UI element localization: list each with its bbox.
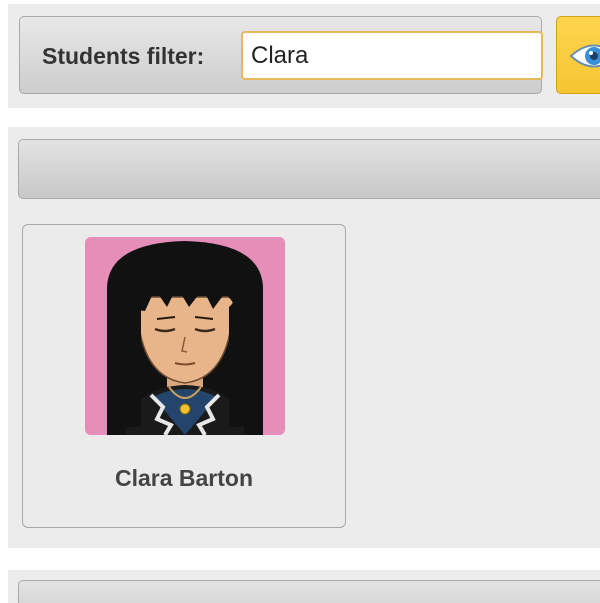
filter-section: Students filter: xyxy=(8,4,600,108)
students-filter-input[interactable] xyxy=(241,31,543,80)
students-filter-label: Students filter: xyxy=(42,43,205,69)
results-header-bar xyxy=(18,139,600,199)
bottom-header-bar xyxy=(18,580,600,603)
page: Students filter: Clara Clara Barton xyxy=(0,0,600,603)
eye-icon xyxy=(569,44,600,68)
student-avatar xyxy=(85,237,285,435)
view-button[interactable] xyxy=(556,16,600,94)
bottom-section xyxy=(8,570,600,603)
student-card[interactable]: Clara Barton xyxy=(22,224,346,528)
filter-bar: Students filter: xyxy=(19,16,543,94)
results-section: Clara Barton xyxy=(8,127,600,548)
student-name: Clara Barton xyxy=(114,465,254,491)
